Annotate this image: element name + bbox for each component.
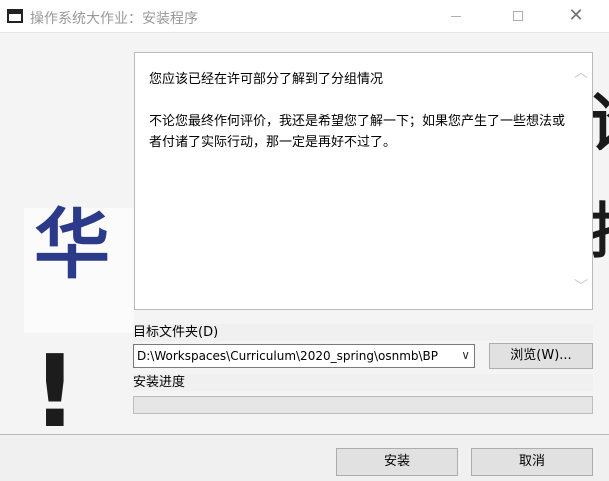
close-icon: ✕ <box>568 5 584 26</box>
window-title: 操作系统大作业：安装程序 <box>30 11 198 27</box>
app-window-icon <box>7 9 23 23</box>
maximize-icon <box>513 11 523 21</box>
title-bar: 操作系统大作业：安装程序 ✕ <box>0 0 609 33</box>
info-paragraph-2: 不论您最终作何评价，我还是希望您了解一下；如果您产生了一些想法或者付诸了实际行动… <box>149 114 566 150</box>
minimize-button[interactable] <box>433 0 479 32</box>
cancel-button[interactable]: 取消 <box>471 448 593 476</box>
target-folder-label: 目标文件夹(D) <box>133 324 593 341</box>
close-button[interactable]: ✕ <box>553 0 599 32</box>
info-text: 您应该已经在许可部分了解到了分组情况 不论您最终作何评价，我还是希望您了解一下；… <box>149 69 569 174</box>
browse-button[interactable]: 浏览(W)... <box>489 343 593 369</box>
info-paragraph-1: 您应该已经在许可部分了解到了分组情况 <box>149 72 384 87</box>
info-text-panel[interactable]: 您应该已经在许可部分了解到了分组情况 不论您最终作何评价，我还是希望您了解一下；… <box>134 52 593 310</box>
target-folder-combobox[interactable]: D:\Workspaces\Curriculum\2020_spring\osn… <box>133 344 475 368</box>
background-glyph-left: 华 <box>34 200 110 289</box>
background-exclamation: ! <box>32 333 78 450</box>
target-folder-path: D:\Workspaces\Curriculum\2020_spring\osn… <box>137 349 439 363</box>
scroll-up-arrow-icon[interactable]: ︿ <box>572 65 590 81</box>
install-progress-bar <box>133 396 593 414</box>
minimize-icon <box>451 15 461 17</box>
scroll-down-arrow-icon[interactable]: ﹀ <box>572 279 590 295</box>
install-button[interactable]: 安装 <box>336 448 458 476</box>
chevron-down-icon[interactable]: ∨ <box>461 348 470 362</box>
footer-bar: 安装 取消 <box>0 434 609 481</box>
progress-label: 安装进度 <box>133 374 593 391</box>
maximize-button[interactable] <box>495 0 541 32</box>
